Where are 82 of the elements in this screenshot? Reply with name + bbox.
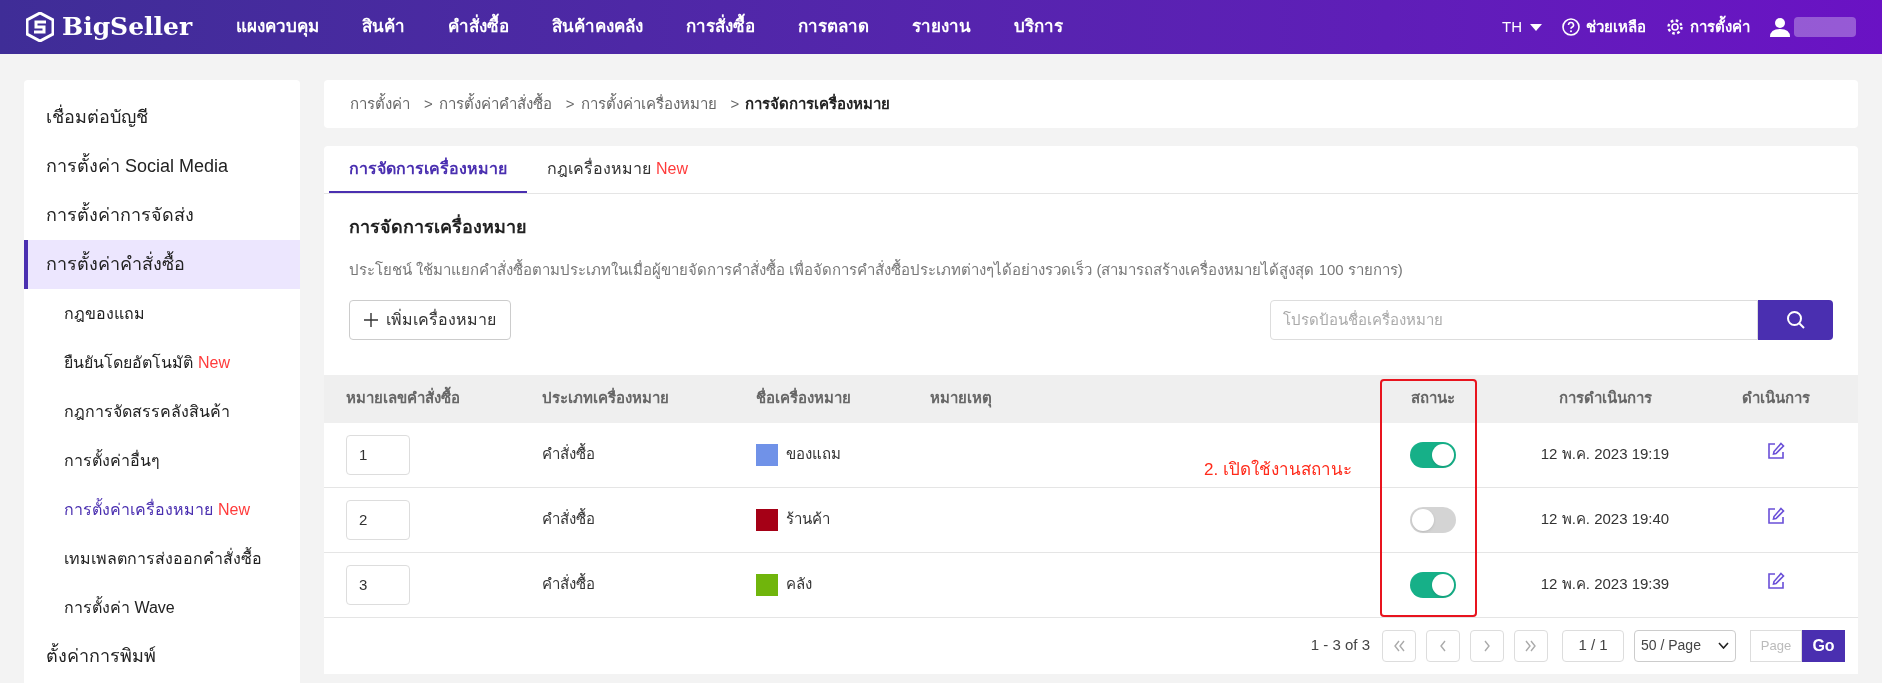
help-icon [1562,18,1580,36]
pagination-summary: 1 - 3 of 3 [1310,635,1370,656]
order-number-field[interactable]: 1 [346,434,410,475]
edit-icon [1766,507,1785,526]
column-header: หมายเลขคำสั่งซื้อ [346,387,542,410]
settings-icon [1666,18,1684,36]
section-description: ประโยชน์ ใช้มาแยกคำสั่งซื้อตามประเภทในเมื่อผู้ขายจัดการคำสั่งซื้อ เพื่อจัดการคำสั่งซื้อประเภทต่างๆได้อย่างรวดเร็ว (สามารถสร้างเครื่องหมายได้สูงสุด 100 รายการ) [349,259,1404,282]
sidebar-subitem[interactable]: กฎของแถม [24,289,300,338]
search-icon [1785,309,1806,330]
column-header: สถานะ [1409,388,1456,409]
edit-icon [1766,572,1785,591]
nav-link[interactable]: แผงควบคุม [236,14,320,40]
page-size-select[interactable]: 50 / Page [1634,629,1736,662]
column-header: ประเภทเครื่องหมาย [542,387,670,409]
go-button[interactable]: Go [1802,629,1845,662]
table-cell-text: ของแถม [786,444,841,465]
table-cell-text: คลัง [786,574,812,595]
edit-icon [1766,442,1785,461]
new-label: New [218,499,250,520]
table-cell-text: 12 พ.ค. 2023 19:19 [1539,444,1671,465]
first-page-button[interactable] [1382,629,1416,662]
add-mark-button[interactable]: เพิ่มเครื่องหมาย [349,299,511,340]
current-page-title: การจัดการเครื่องหมาย [745,92,891,114]
nav-link[interactable]: รายงาน [912,14,972,40]
breadcrumb-separator: > [424,93,433,114]
nav-link[interactable]: สินค้าคงคลัง [552,14,644,40]
breadcrumb-link[interactable]: การตั้งค่าคำสั่งซื้อ [438,92,552,116]
caret-icon [1530,23,1542,31]
breadcrumb-separator: > [565,93,575,114]
status-toggle[interactable] [1409,506,1456,533]
sidebar-subitem[interactable]: เทมเพลตการส่งออกคำสั่งซื้อ [24,534,300,583]
annotation-text: 2. เปิดใช้งานสถานะ [1204,458,1352,481]
table-cell-text: คำสั่งซื้อ [542,573,596,595]
search-field[interactable]: โปรดป้อนชื่อเครื่องหมาย [1270,299,1758,340]
sidebar-item[interactable]: เชื่อมต่อบัญชี [24,93,300,142]
nav-link[interactable]: บริการ [1014,14,1064,40]
logo-icon [26,12,54,42]
user-icon [1770,17,1790,37]
table-cell-text: 12 พ.ค. 2023 19:40 [1539,509,1671,530]
breadcrumb-separator: > [730,93,740,114]
page-field[interactable]: Page [1750,629,1802,662]
nav-link[interactable]: การสั่งซื้อ [686,14,756,40]
sidebar-subitem[interactable]: การตั้งค่าเครื่องหมาย New [24,485,300,534]
order-number-field[interactable]: 2 [346,499,410,540]
sidebar-item[interactable]: การตั้งค่า Social Media [24,142,300,191]
logo-text: BigSeller [62,11,193,44]
order-number-field[interactable]: 3 [346,564,410,605]
sidebar-item[interactable]: การตั้งค่าคำสั่งซื้อ [24,240,300,289]
language-dropdown[interactable]: TH [1502,15,1542,39]
table-cell-text: คำสั่งซื้อ [542,443,596,465]
sidebar-item[interactable]: ตั้งค่าการพิมพ์ [24,632,300,681]
status-toggle[interactable] [1409,441,1456,468]
blurred-username [1794,17,1856,37]
nav-link[interactable]: สินค้า [362,14,406,40]
table-cell-text: 12 พ.ค. 2023 19:39 [1539,574,1671,595]
last-page-button[interactable] [1514,629,1548,662]
sidebar-subitem[interactable]: การตั้งค่าอื่นๆ [24,436,300,485]
sidebar-subitem[interactable]: ยืนยันโดยอัตโนมัติ New [24,338,300,387]
tab[interactable]: กฎเครื่องหมาย New [527,146,708,193]
sidebar-subitem[interactable]: กฎการจัดสรรคลังสินค้า [24,387,300,436]
breadcrumb-link[interactable]: การตั้งค่า [350,92,410,116]
nav-link[interactable]: คำสั่งซื้อ [448,14,510,40]
new-label: New [198,352,230,373]
breadcrumb-link[interactable]: การตั้งค่าเครื่องหมาย [580,92,717,116]
tab[interactable]: การจัดการเครื่องหมาย [329,146,527,193]
column-header: ดำเนินการ [1740,388,1811,409]
page-indicator: 1 / 1 [1562,629,1624,662]
search-button[interactable] [1758,299,1833,340]
section-title: การจัดการเครื่องหมาย [349,214,1833,241]
settings-link[interactable]: การตั้งค่า [1666,15,1750,39]
column-header: ชื่อเครื่องหมาย [756,387,852,409]
column-header: การดำเนินการ [1557,388,1653,409]
sidebar-subitem[interactable]: การตั้งค่า Wave [24,583,300,632]
sidebar-item[interactable]: การตั้งค่าการจัดส่ง [24,191,300,240]
plus-icon [364,312,378,327]
status-toggle[interactable] [1409,571,1456,598]
table-cell-text: คำสั่งซื้อ [542,508,596,530]
nav-link[interactable]: การตลาด [798,14,870,40]
table-cell-text: ร้านค้า [786,509,830,530]
column-header: หมายเหตุ [930,388,993,410]
help-link[interactable]: ช่วยเหลือ [1562,15,1646,39]
caret-icon [1718,642,1729,649]
